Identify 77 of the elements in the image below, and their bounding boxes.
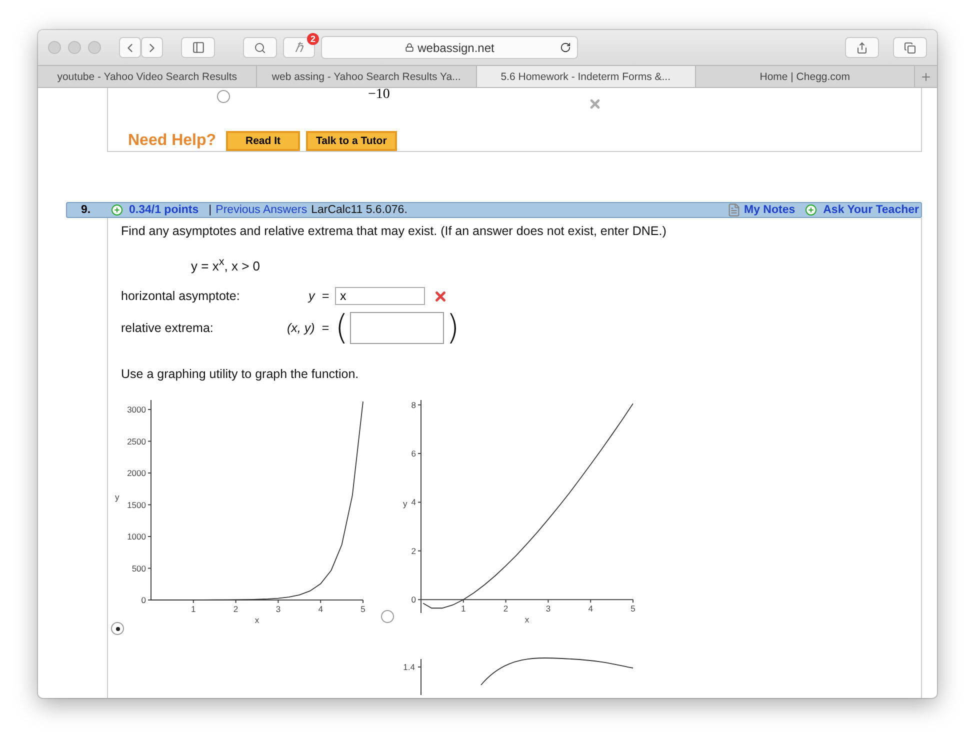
axis-tick-label: 2 (411, 546, 416, 556)
axis-tick-label: 5 (360, 604, 366, 614)
tabs-button[interactable] (893, 37, 927, 58)
browser-tab[interactable]: web assing - Yahoo Search Results Ya... (257, 66, 476, 87)
browser-tab[interactable]: 5.6 Homework - Indeterm Forms &... (476, 66, 696, 87)
sidebar-button[interactable] (181, 37, 215, 58)
axis-tick-label: 6 (411, 448, 416, 459)
previous-answers-link[interactable]: Previous Answers (216, 204, 308, 216)
source-text: LarCalc11 5.6.076. (311, 204, 408, 216)
axis-label: x (524, 614, 530, 625)
answer-variable: (x, y) = (286, 321, 329, 336)
address-text: webassign.net (418, 40, 494, 54)
radio-button[interactable] (381, 610, 394, 623)
axis-tick-label: 5 (630, 604, 636, 614)
answer-field[interactable] (350, 312, 444, 344)
answer-field[interactable]: x (335, 287, 425, 306)
axis-tick-label: 3000 (127, 404, 146, 415)
share-button[interactable] (845, 37, 879, 58)
axis-tick-label: 0 (141, 595, 146, 606)
axis-label: x (254, 615, 260, 626)
answer-label: horizontal asymptote: (121, 289, 241, 304)
lock-icon (404, 43, 414, 52)
axis-tick-label: 2 (233, 604, 238, 614)
axis-tick-label: 1000 (127, 532, 146, 542)
window-button[interactable] (48, 41, 61, 54)
axis-tick-label: 3 (276, 604, 281, 614)
plus-circle-icon[interactable] (111, 204, 123, 216)
sidebar-icon (192, 41, 204, 54)
answer-variable: y = (306, 289, 329, 304)
axis-tick-label: 1 (191, 604, 196, 614)
search-button[interactable] (243, 37, 277, 58)
notes-page-icon[interactable] (727, 203, 741, 217)
notification-badge: 2 (307, 33, 319, 45)
radio-button[interactable] (217, 90, 230, 103)
function-equation: y = x$^{x}$, x > 0 (191, 256, 262, 274)
axis-tick-label: 4 (588, 604, 593, 614)
axis-tick-label: 2000 (127, 468, 146, 478)
axis-label: y (115, 492, 120, 502)
my-notes-link[interactable]: My Notes (744, 204, 796, 216)
left-parenthesis: ( (335, 311, 348, 346)
window-button[interactable] (88, 41, 101, 54)
radio-button[interactable] (111, 622, 124, 636)
axis-tick-label: 1 (461, 604, 466, 614)
help-button[interactable]: Talk to a Tutor (306, 131, 397, 151)
browser-tab[interactable]: Home | Chegg.com (696, 66, 915, 87)
axis-tick-label: 2500 (127, 436, 146, 447)
separator: | (208, 204, 212, 216)
axis-tick-label: 8 (411, 400, 416, 410)
help-label: Need Help? (128, 132, 216, 150)
axis-tick-label: −10 (368, 88, 390, 102)
search-icon (254, 42, 266, 54)
forward-button[interactable] (141, 37, 163, 58)
ask-teacher-link[interactable]: Ask Your Teacher (823, 204, 919, 216)
browser-tab[interactable]: youtube - Yahoo Video Search Results (38, 66, 258, 87)
axis-label: y (403, 498, 408, 509)
right-parenthesis: ) (446, 311, 460, 346)
plus-circle-icon[interactable] (805, 204, 818, 216)
back-button[interactable] (119, 37, 141, 58)
address-field[interactable]: webassign.net (321, 36, 578, 59)
window-button[interactable] (68, 41, 81, 54)
question-number: 9. (81, 204, 92, 216)
graph-drawing: 1.4 (381, 655, 641, 696)
help-button[interactable]: Read It (226, 131, 300, 151)
axis-tick-label: 4 (411, 498, 416, 508)
reload-icon[interactable] (560, 42, 571, 53)
axis-tick-label: 0 (411, 594, 416, 605)
points-text: 0.34/1 points (129, 204, 199, 216)
axis-tick-label: 4 (318, 604, 323, 614)
instruction-text: Use a graphing utility to graph the function. (121, 367, 360, 382)
axis-tick-label: 2 (503, 604, 508, 614)
share-icon (856, 42, 868, 54)
axis-tick-label: 500 (132, 564, 146, 574)
question-prompt: Find any asymptotes and relative extrema that may exist. (If an answer does not exist, enter DNE.) (121, 224, 668, 238)
overlapping-squares-icon (904, 42, 916, 54)
axis-tick-label: 3 (546, 604, 551, 614)
axis-tick-label: 1500 (127, 500, 146, 510)
answer-label: relative extrema: (121, 321, 214, 336)
